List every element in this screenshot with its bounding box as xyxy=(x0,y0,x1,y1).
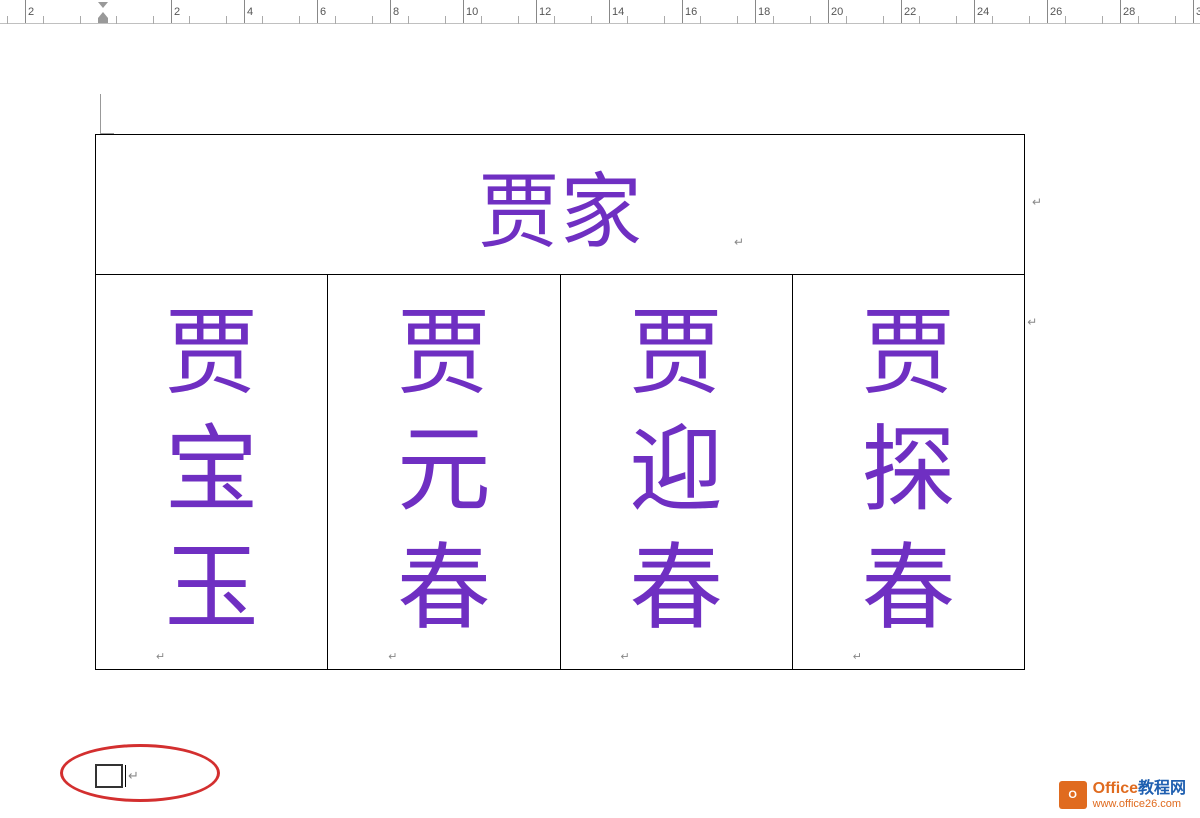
ruler-mark: 14 xyxy=(609,0,624,23)
ruler-mark: 22 xyxy=(901,0,916,23)
indent-marker-icon[interactable] xyxy=(98,2,108,22)
horizontal-ruler[interactable]: 224681012141618202224262830 xyxy=(0,0,1200,24)
watermark-text: Office教程网 www.office26.com xyxy=(1093,780,1186,810)
page-margin-corner-icon xyxy=(100,94,114,134)
text-cursor-position[interactable]: ↵ xyxy=(95,764,139,788)
ruler-mark: 30 xyxy=(1193,0,1200,23)
ruler-mark: 16 xyxy=(682,0,697,23)
table-cell[interactable]: 贾元春 ↵ xyxy=(328,275,560,670)
table-cell-text: 贾元春 xyxy=(328,296,559,649)
paragraph-mark-icon: ↵ xyxy=(1032,195,1042,209)
table-header-cell[interactable]: 贾家 ↵ ↵ xyxy=(96,135,1025,275)
watermark: O Office教程网 www.office26.com xyxy=(1059,780,1186,810)
ruler-mark: 20 xyxy=(828,0,843,23)
ruler-mark: 6 xyxy=(317,0,326,23)
table-header-text: 贾家 xyxy=(478,167,642,258)
ruler-mark: 2 xyxy=(171,0,180,23)
ruler-mark: 4 xyxy=(244,0,253,23)
table-cell[interactable]: 贾宝玉 ↵ ↵ xyxy=(96,275,328,670)
paragraph-mark-icon: ↵ xyxy=(156,651,165,665)
watermark-brand-blue: 教程网 xyxy=(1138,780,1186,797)
table-row: 贾宝玉 ↵ ↵ 贾元春 ↵ 贾迎春 ↵ 贾探春 ↵ xyxy=(96,275,1025,670)
ruler-mark: 12 xyxy=(536,0,551,23)
table-row: 贾家 ↵ ↵ xyxy=(96,135,1025,275)
paragraph-mark-icon: ↵ xyxy=(734,235,744,249)
watermark-url: www.office26.com xyxy=(1093,798,1186,810)
ruler-mark: 8 xyxy=(390,0,399,23)
paragraph-mark-icon: ↵ xyxy=(128,768,139,784)
table-cell-text: 贾宝玉 xyxy=(96,296,327,649)
table-cell-text: 贾迎春 xyxy=(561,296,792,649)
ruler-mark: 2 xyxy=(25,0,34,23)
annotation-callout-ellipse xyxy=(60,744,220,802)
paragraph-mark-icon: ↵ xyxy=(621,651,630,665)
paragraph-mark-icon: ↵ xyxy=(388,651,397,665)
table-cell[interactable]: 贾探春 ↵ xyxy=(792,275,1024,670)
ruler-mark: 28 xyxy=(1120,0,1135,23)
watermark-logo-icon: O xyxy=(1059,781,1087,809)
watermark-brand-orange: Office xyxy=(1093,780,1138,797)
table-cell[interactable]: 贾迎春 ↵ xyxy=(560,275,792,670)
document-page[interactable]: 贾家 ↵ ↵ 贾宝玉 ↵ ↵ 贾元春 ↵ 贾迎春 ↵ 贾探春 ↵ xyxy=(0,24,1200,818)
text-caret-icon xyxy=(125,765,126,787)
document-table[interactable]: 贾家 ↵ ↵ 贾宝玉 ↵ ↵ 贾元春 ↵ 贾迎春 ↵ 贾探春 ↵ xyxy=(95,134,1025,670)
paragraph-mark-icon: ↵ xyxy=(853,651,862,665)
ruler-mark: 24 xyxy=(974,0,989,23)
paragraph-mark-icon: ↵ xyxy=(1027,315,1037,330)
ruler-mark: 26 xyxy=(1047,0,1062,23)
ruler-mark: 18 xyxy=(755,0,770,23)
table-cell-text: 贾探春 xyxy=(793,296,1024,649)
ruler-mark: 10 xyxy=(463,0,478,23)
watermark-logo-text: O xyxy=(1068,789,1077,801)
placeholder-box-icon xyxy=(95,764,123,788)
